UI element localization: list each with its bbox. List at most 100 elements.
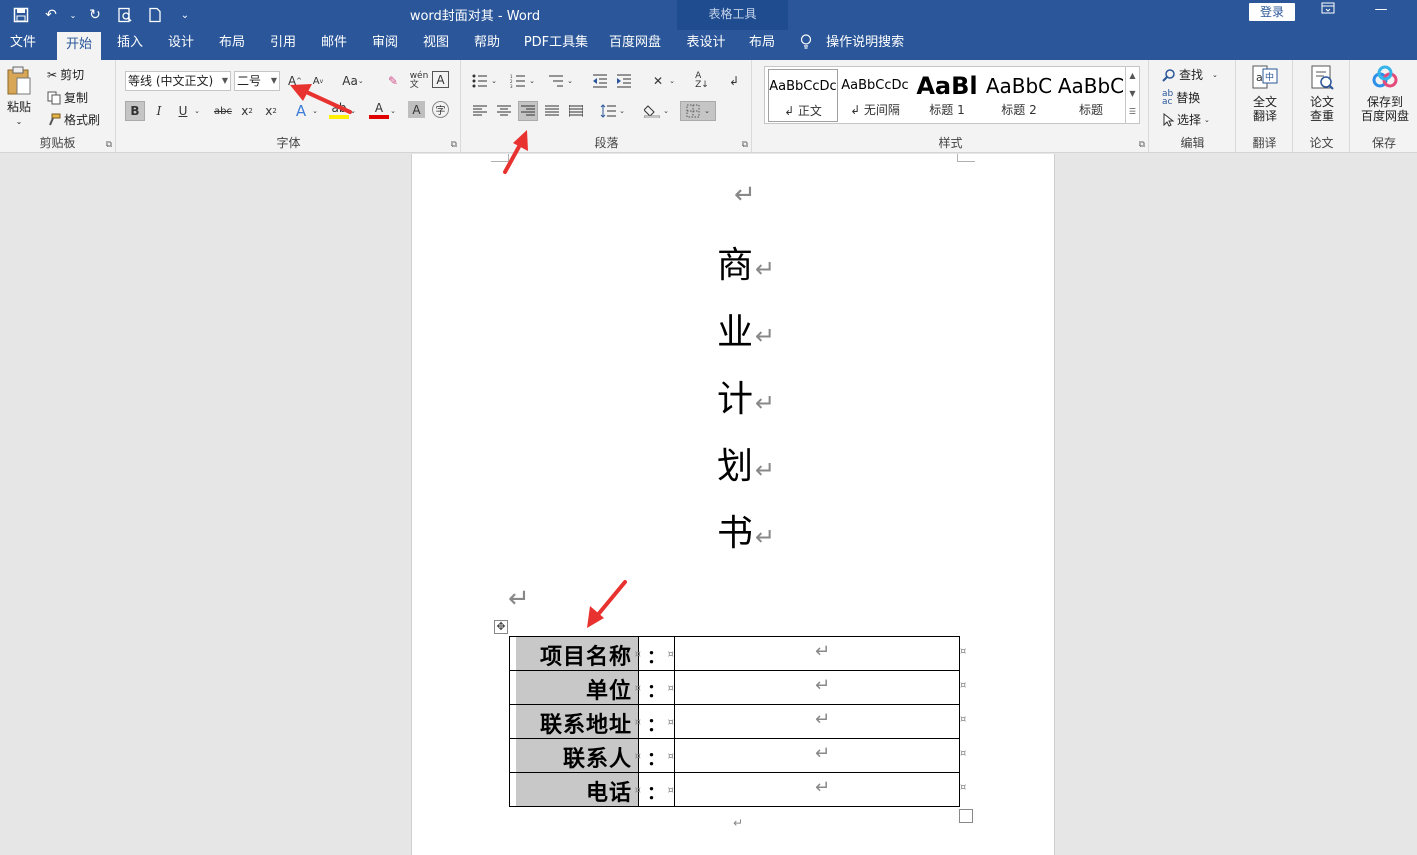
- bullets-dropdown-icon[interactable]: ⌄: [488, 71, 500, 91]
- styles-scroll-up-icon[interactable]: ▲: [1126, 67, 1139, 85]
- shading-dropdown-icon[interactable]: ⌄: [660, 101, 672, 121]
- style-no-spacing[interactable]: AaBbCcDc ↲ 无间隔: [840, 69, 910, 122]
- text-effects-dropdown-icon[interactable]: ⌄: [309, 101, 321, 121]
- value-cell[interactable]: ↵: [674, 772, 960, 807]
- font-size-combo[interactable]: 二号 ▼: [234, 71, 280, 91]
- table-move-handle-icon[interactable]: ✥: [494, 620, 508, 634]
- tab-pdf-tools[interactable]: PDF工具集: [518, 30, 594, 60]
- tab-layout[interactable]: 布局: [210, 30, 254, 60]
- bullets-icon[interactable]: [470, 71, 490, 91]
- redo-icon[interactable]: ↻: [82, 3, 108, 27]
- customize-qat-icon[interactable]: ⌄: [172, 3, 198, 27]
- borders-icon[interactable]: ⌄: [680, 101, 716, 121]
- line-spacing-icon[interactable]: [598, 101, 618, 121]
- decrease-indent-icon[interactable]: [590, 71, 610, 91]
- chinese-layout-dropdown-icon[interactable]: ⌄: [666, 71, 678, 91]
- align-right-icon[interactable]: [518, 101, 538, 121]
- subscript-icon[interactable]: x2: [237, 101, 257, 121]
- borders-dropdown-icon[interactable]: ⌄: [704, 107, 710, 115]
- paragraph-launcher-icon[interactable]: ⧉: [742, 140, 748, 150]
- font-name-combo[interactable]: 等线 (中文正文) ▼: [125, 71, 231, 91]
- text-effects-icon[interactable]: A: [291, 101, 311, 121]
- strikethrough-icon[interactable]: abc: [213, 101, 233, 121]
- style-heading-1[interactable]: AaBl 标题 1: [912, 69, 982, 122]
- font-size-dropdown-icon[interactable]: ▼: [271, 72, 277, 90]
- value-cell[interactable]: ↵: [674, 670, 960, 705]
- paper-check-button[interactable]: 论文 查重: [1298, 64, 1346, 123]
- tab-table-design[interactable]: 表设计: [680, 30, 732, 60]
- document-page[interactable]: ↵ 商↵ 业↵ 计↵ 划↵ 书↵ ↵ ✥ 项目名称 ¤ ： ¤ ↵ 单位 ¤ ： ¤ ↵…: [411, 154, 1055, 855]
- highlight-icon[interactable]: ab: [329, 101, 349, 119]
- select-button[interactable]: 选择 ⌄: [1162, 111, 1210, 128]
- underline-dropdown-icon[interactable]: ⌄: [191, 101, 203, 121]
- character-shading-icon[interactable]: A: [408, 101, 425, 118]
- tab-baidu-netdisk[interactable]: 百度网盘: [602, 30, 668, 60]
- label-cell[interactable]: 电话 ¤: [509, 772, 641, 807]
- undo-dropdown-icon[interactable]: ⌄: [68, 3, 78, 27]
- styles-scroll-down-icon[interactable]: ▼: [1126, 85, 1139, 103]
- chinese-layout-icon[interactable]: ✕: [648, 71, 668, 91]
- tab-home[interactable]: 开始: [57, 32, 101, 60]
- font-launcher-icon[interactable]: ⧉: [451, 140, 457, 150]
- tab-design[interactable]: 设计: [159, 30, 203, 60]
- tab-insert[interactable]: 插入: [108, 30, 152, 60]
- tab-help[interactable]: 帮助: [465, 30, 509, 60]
- undo-icon[interactable]: ↶: [38, 3, 64, 27]
- underline-icon[interactable]: U: [173, 101, 193, 121]
- styles-launcher-icon[interactable]: ⧉: [1139, 140, 1145, 150]
- replace-button[interactable]: ab ac 替换: [1162, 89, 1200, 106]
- bold-icon[interactable]: B: [125, 101, 145, 121]
- grow-font-icon[interactable]: A ^: [285, 71, 305, 91]
- font-color-icon[interactable]: A: [369, 101, 389, 119]
- font-color-dropdown-icon[interactable]: ⌄: [387, 101, 399, 121]
- align-center-icon[interactable]: [494, 101, 514, 121]
- style-heading-2[interactable]: AaBbC 标题 2: [984, 69, 1054, 122]
- numbering-dropdown-icon[interactable]: ⌄: [526, 71, 538, 91]
- highlight-dropdown-icon[interactable]: ⌄: [347, 101, 359, 121]
- colon-cell[interactable]: ： ¤: [638, 738, 675, 773]
- cut-button[interactable]: ✂ 剪切: [47, 66, 84, 83]
- info-table[interactable]: 项目名称 ¤ ： ¤ ↵ 单位 ¤ ： ¤ ↵ 联系地址 ¤ ： ¤ ↵ 联系人 ¤ ： ¤ ↵…: [509, 636, 960, 807]
- find-dropdown-icon[interactable]: ⌄: [1212, 71, 1218, 79]
- colon-cell[interactable]: ： ¤: [638, 772, 675, 807]
- new-document-icon[interactable]: [142, 3, 168, 27]
- styles-more-icon[interactable]: ☰: [1126, 103, 1139, 121]
- styles-scrollbar[interactable]: ▲ ▼ ☰: [1125, 67, 1139, 123]
- login-button[interactable]: 登录: [1249, 3, 1295, 21]
- colon-cell[interactable]: ： ¤: [638, 704, 675, 739]
- character-border-icon[interactable]: A: [432, 71, 449, 88]
- tab-table-layout[interactable]: 布局: [740, 30, 784, 60]
- format-painter-button[interactable]: 格式刷: [47, 111, 100, 128]
- sort-icon[interactable]: A Z↓: [692, 71, 712, 91]
- value-cell[interactable]: ↵: [674, 738, 960, 773]
- colon-cell[interactable]: ： ¤: [638, 670, 675, 705]
- colon-cell[interactable]: ： ¤: [638, 636, 675, 671]
- enclose-characters-icon[interactable]: 字: [432, 101, 449, 118]
- multilevel-dropdown-icon[interactable]: ⌄: [564, 71, 576, 91]
- multilevel-list-icon[interactable]: [546, 71, 566, 91]
- minimize-icon[interactable]: —: [1368, 2, 1394, 22]
- italic-icon[interactable]: I: [149, 101, 169, 121]
- save-to-baidu-button[interactable]: 保存到 百度网盘: [1355, 64, 1415, 123]
- label-cell[interactable]: 联系人 ¤: [509, 738, 641, 773]
- tab-references[interactable]: 引用: [261, 30, 305, 60]
- label-cell[interactable]: 单位 ¤: [509, 670, 641, 705]
- align-left-icon[interactable]: [470, 101, 490, 121]
- print-preview-icon[interactable]: [112, 3, 138, 27]
- tab-view[interactable]: 视图: [414, 30, 458, 60]
- tab-file[interactable]: 文件: [2, 30, 44, 60]
- distributed-icon[interactable]: [566, 101, 586, 121]
- label-cell[interactable]: 项目名称 ¤: [509, 636, 641, 671]
- select-dropdown-icon[interactable]: ⌄: [1204, 116, 1210, 124]
- find-button[interactable]: 查找 ⌄: [1162, 66, 1218, 83]
- copy-button[interactable]: 复制: [47, 89, 88, 106]
- full-text-translate-button[interactable]: a中 全文 翻译: [1241, 64, 1289, 123]
- tab-mailings[interactable]: 邮件: [312, 30, 356, 60]
- save-icon[interactable]: [8, 3, 34, 27]
- line-spacing-dropdown-icon[interactable]: ⌄: [616, 101, 628, 121]
- value-cell[interactable]: ↵: [674, 636, 960, 671]
- change-case-icon[interactable]: Aa ⌄: [339, 71, 367, 91]
- label-cell[interactable]: 联系地址 ¤: [509, 704, 641, 739]
- show-paragraph-marks-icon[interactable]: ↲: [724, 71, 744, 91]
- justify-icon[interactable]: [542, 101, 562, 121]
